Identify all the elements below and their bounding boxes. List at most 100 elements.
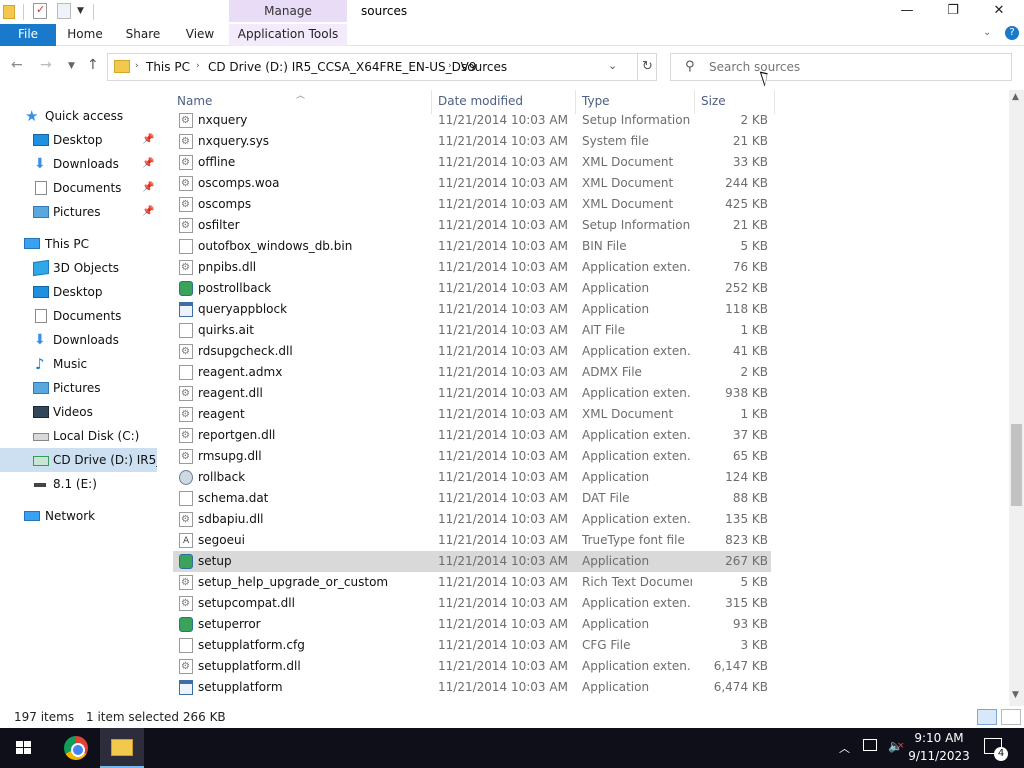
sidebar-item-quick-access[interactable]: ★ Quick access <box>0 104 157 128</box>
column-header-date-modified[interactable]: Date modified <box>438 94 523 108</box>
tab-file[interactable]: File <box>0 24 56 46</box>
breadcrumb-separator-icon[interactable]: › <box>196 61 200 71</box>
file-icon <box>179 491 193 506</box>
maximize-button[interactable]: ❐ <box>930 0 976 24</box>
usb-drive-icon <box>34 483 46 487</box>
breadcrumb-separator-icon[interactable]: › <box>448 61 452 71</box>
show-hidden-icons-chevron-icon[interactable]: ︿ <box>839 740 850 756</box>
network-status-icon[interactable] <box>863 739 877 751</box>
expand-ribbon-chevron-icon[interactable]: ⌄ <box>983 27 991 38</box>
minimize-button[interactable]: — <box>884 0 930 24</box>
sidebar-item-music[interactable]: ♪ Music <box>0 352 157 376</box>
breadcrumb-cd-drive[interactable]: CD Drive (D:) IR5_CCSA_X64FRE_EN-US_DV9 <box>208 60 477 74</box>
back-arrow-icon[interactable]: ← <box>11 57 23 73</box>
scrollbar-thumb[interactable] <box>1011 424 1022 506</box>
table-row[interactable]: segoeui 11/21/2014 10:03 AM TrueType font … <box>173 530 771 552</box>
table-row[interactable]: rollback 11/21/2014 10:03 AM Application 12… <box>173 467 771 488</box>
table-row[interactable]: setupplatform.dll 11/21/2014 10:03 AM Appl… <box>173 656 771 677</box>
sidebar-item-videos[interactable]: Videos <box>0 400 157 424</box>
table-row[interactable]: sdbapiu.dll 11/21/2014 10:03 AM Applicatio… <box>173 509 771 530</box>
table-row[interactable]: osfilter 11/21/2014 10:03 AM Setup Informa… <box>173 215 771 236</box>
table-row[interactable]: setupplatform.cfg 11/21/2014 10:03 AM CFG … <box>173 635 771 656</box>
search-input[interactable] <box>709 58 999 76</box>
vertical-scrollbar[interactable]: ▲ ▼ <box>1009 90 1024 706</box>
dll-icon <box>179 341 193 362</box>
tab-share[interactable]: Share <box>120 24 166 46</box>
table-row[interactable]: setuperror 11/21/2014 10:03 AM Application… <box>173 614 771 635</box>
column-header-type[interactable]: Type <box>582 94 610 108</box>
address-bar[interactable]: › This PC › CD Drive (D:) IR5_CCSA_X64FR… <box>107 53 657 81</box>
sidebar-item-desktop-pinned[interactable]: Desktop 📌 <box>0 128 157 152</box>
sidebar-item-desktop[interactable]: Desktop <box>0 280 157 304</box>
properties-icon[interactable] <box>33 3 47 19</box>
file-size: 1 KB <box>740 323 768 337</box>
customize-toolbar-chevron-icon[interactable]: ▼ <box>77 6 84 24</box>
table-row[interactable]: quirks.ait 11/21/2014 10:03 AM AIT File 1 K… <box>173 320 771 341</box>
sidebar-item-pictures[interactable]: Pictures <box>0 376 157 400</box>
table-row[interactable]: rmsupg.dll 11/21/2014 10:03 AM Application… <box>173 446 771 467</box>
new-folder-icon[interactable] <box>57 3 71 19</box>
table-row[interactable]: rdsupgcheck.dll 11/21/2014 10:03 AM Applic… <box>173 341 771 362</box>
forward-arrow-icon[interactable]: → <box>40 57 52 73</box>
tab-home[interactable]: Home <box>62 24 108 46</box>
column-header-name[interactable]: Name <box>177 94 212 108</box>
sidebar-item-documents[interactable]: Documents <box>0 304 157 328</box>
sidebar-item-this-pc[interactable]: This PC <box>0 232 157 256</box>
file-size: 33 KB <box>732 155 768 169</box>
table-row[interactable]: reagent.dll 11/21/2014 10:03 AM Applicatio… <box>173 383 771 404</box>
table-row[interactable]: reportgen.dll 11/21/2014 10:03 AM Applicat… <box>173 425 771 446</box>
sidebar-item-3d-objects[interactable]: 3D Objects <box>0 256 157 280</box>
table-row[interactable]: setupplatform 11/21/2014 10:03 AM Applicat… <box>173 677 771 698</box>
manage-contextual-tab[interactable]: Manage <box>229 0 347 22</box>
table-row[interactable]: queryappblock 11/21/2014 10:03 AM Applicat… <box>173 299 771 320</box>
table-row[interactable]: reagent 11/21/2014 10:03 AM XML Document 1 … <box>173 404 771 425</box>
file-type: Rich Text Document <box>582 575 692 589</box>
refresh-icon[interactable]: ↻ <box>637 54 657 80</box>
tab-view[interactable]: View <box>178 24 222 46</box>
address-history-chevron-icon[interactable]: ⌄ <box>608 59 617 72</box>
table-row[interactable]: setup 11/21/2014 10:03 AM Application 267 K… <box>173 551 771 572</box>
breadcrumb-sources[interactable]: sources <box>461 60 507 74</box>
sidebar-item-downloads[interactable]: ⬇ Downloads <box>0 328 157 352</box>
file-date-modified: 11/21/2014 10:03 AM <box>438 218 568 232</box>
scroll-down-arrow-icon[interactable]: ▼ <box>1012 690 1019 700</box>
table-row[interactable]: oscomps.woa 11/21/2014 10:03 AM XML Docume… <box>173 173 771 194</box>
table-row[interactable]: reagent.admx 11/21/2014 10:03 AM ADMX File… <box>173 362 771 383</box>
star-icon: ★ <box>25 107 39 125</box>
breadcrumb-separator-icon[interactable]: › <box>135 61 139 71</box>
sidebar-item-pictures-pinned[interactable]: Pictures 📌 <box>0 200 157 224</box>
search-box[interactable]: ⚲ <box>670 53 1012 81</box>
table-row[interactable]: nxquery.sys 11/21/2014 10:03 AM System fil… <box>173 131 771 152</box>
tab-application-tools[interactable]: Application Tools <box>229 24 347 46</box>
details-view-icon[interactable] <box>977 709 997 725</box>
table-row[interactable]: postrollback 11/21/2014 10:03 AM Applicati… <box>173 278 771 299</box>
column-header-size[interactable]: Size <box>701 94 726 108</box>
taskbar-app-chrome[interactable] <box>54 728 98 768</box>
start-button[interactable] <box>0 728 48 768</box>
sidebar-item-cd-drive-d[interactable]: CD Drive (D:) IR5_CCSA_X64FRE_EN-US_DV9 <box>0 448 157 472</box>
help-icon[interactable]: ? <box>1005 26 1019 40</box>
sidebar-item-documents-pinned[interactable]: Documents 📌 <box>0 176 157 200</box>
close-button[interactable]: ✕ <box>976 0 1022 24</box>
system-file-icon <box>179 131 193 152</box>
table-row[interactable]: pnpibs.dll 11/21/2014 10:03 AM Application… <box>173 257 771 278</box>
sidebar-item-local-disk-c[interactable]: Local Disk (C:) <box>0 424 157 448</box>
table-row[interactable]: oscomps 11/21/2014 10:03 AM XML Document 42… <box>173 194 771 215</box>
taskbar-app-file-explorer[interactable] <box>100 728 144 768</box>
clock-date[interactable]: 9/11/2023 <box>900 749 978 763</box>
table-row[interactable]: setup_help_upgrade_or_custom 11/21/2014 1… <box>173 572 771 593</box>
table-row[interactable]: schema.dat 11/21/2014 10:03 AM DAT File 88 … <box>173 488 771 509</box>
table-row[interactable]: outofbox_windows_db.bin 11/21/2014 10:03 … <box>173 236 771 257</box>
breadcrumb-this-pc[interactable]: This PC <box>146 60 190 74</box>
scroll-up-arrow-icon[interactable]: ▲ <box>1012 92 1019 102</box>
sidebar-item-usb-e[interactable]: 8.1 (E:) <box>0 472 157 496</box>
large-icons-view-icon[interactable] <box>1001 709 1021 725</box>
clock-time[interactable]: 9:10 AM <box>900 731 978 745</box>
table-row[interactable]: setupcompat.dll 11/21/2014 10:03 AM Applic… <box>173 593 771 614</box>
table-row[interactable]: nxquery 11/21/2014 10:03 AM Setup Informat… <box>173 110 771 131</box>
up-arrow-icon[interactable]: ↑ <box>87 57 99 73</box>
recent-locations-chevron-icon[interactable]: ▼ <box>68 61 75 71</box>
table-row[interactable]: offline 11/21/2014 10:03 AM XML Document 33… <box>173 152 771 173</box>
sidebar-item-downloads-pinned[interactable]: ⬇ Downloads 📌 <box>0 152 157 176</box>
sidebar-item-network[interactable]: Network <box>0 504 157 528</box>
